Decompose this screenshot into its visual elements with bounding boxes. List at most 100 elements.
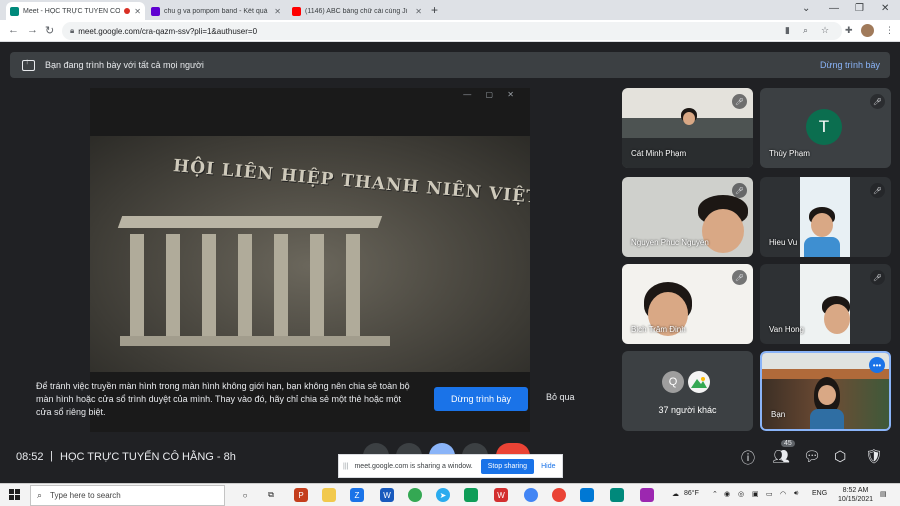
people-icon[interactable]: 👥︎ xyxy=(772,448,790,465)
telegram-icon[interactable]: ➤ xyxy=(436,488,450,502)
dismiss-button[interactable]: Bỏ qua xyxy=(546,392,575,402)
tab-meet[interactable]: Meet - HỌC TRỰC TUYẾN CÔ ✕ xyxy=(6,2,145,20)
recording-icon xyxy=(124,8,131,14)
back-icon[interactable]: ← xyxy=(8,24,19,36)
host-controls-icon[interactable]: 🛡︎ xyxy=(865,448,883,465)
search-icon: ⌕ xyxy=(37,490,43,500)
participant-name: Thùy Phạm xyxy=(769,149,810,158)
participant-name: Bich Trâm Đinh xyxy=(631,325,686,334)
notifications-icon[interactable]: ▤ xyxy=(880,490,887,498)
participant-name: Hieu Vu xyxy=(769,238,798,247)
taskbar-time: 8:52 AM xyxy=(842,487,869,494)
sharing-message: meet.google.com is sharing a window. xyxy=(354,462,473,470)
participant-tile[interactable]: 🎤︎ Van Hong xyxy=(760,264,891,344)
camera-in-use-icon[interactable]: ▮ xyxy=(785,25,790,36)
more-options-icon[interactable]: ••• xyxy=(869,357,885,373)
close-tab-icon[interactable]: ✕ xyxy=(415,7,422,16)
wps-icon[interactable]: W xyxy=(494,488,508,502)
tray-overflow-icon[interactable]: ⌃ xyxy=(712,490,718,498)
powerpoint-icon[interactable]: P xyxy=(294,488,308,502)
monument-illustration xyxy=(117,216,390,346)
file-explorer-icon[interactable] xyxy=(322,488,336,502)
minimize-icon[interactable]: — xyxy=(829,3,839,14)
tab-title: Meet - HỌC TRỰC TUYẾN CÔ xyxy=(23,7,121,15)
network-icon[interactable]: ◠ xyxy=(780,490,786,498)
close-tab-icon[interactable]: ✕ xyxy=(274,7,281,16)
activities-icon[interactable]: ⬡ xyxy=(834,448,846,465)
tab-youtube[interactable]: (1146) ABC bảng chữ cái cùng Ji ✕ xyxy=(288,2,426,20)
mic-off-icon: 🎤︎ xyxy=(870,94,885,109)
participant-tile[interactable]: 🎤︎ Bich Trâm Đinh xyxy=(622,264,753,344)
menu-icon[interactable]: ⋮ xyxy=(885,25,894,36)
tab-search-icon[interactable]: ⌄ xyxy=(802,3,810,14)
language-indicator[interactable]: ENG xyxy=(812,490,827,497)
mic-off-icon: 🎤︎ xyxy=(870,270,885,285)
meet-app-icon[interactable] xyxy=(610,488,624,502)
restore-icon[interactable]: ❐ xyxy=(855,3,864,14)
windows-taskbar: ⌕ Type here to search ○ ⧉ P Z W ➤ W ☁ 86… xyxy=(0,483,900,506)
stop-presenting-button[interactable]: Dừng trình bày xyxy=(434,387,528,411)
screen-share-icon[interactable] xyxy=(580,488,594,502)
search-placeholder: Type here to search xyxy=(50,491,121,500)
hide-button[interactable]: Hide xyxy=(541,463,555,470)
yahoo-favicon-icon xyxy=(151,6,160,16)
reload-icon[interactable]: ↻ xyxy=(45,24,54,37)
chrome-icon[interactable] xyxy=(408,488,422,502)
tray-app-icon[interactable]: ◎ xyxy=(738,490,744,498)
profile-avatar[interactable] xyxy=(861,24,874,37)
zalo-icon[interactable]: Z xyxy=(350,488,364,502)
tab-title: (1146) ABC bảng chữ cái cùng Ji xyxy=(305,7,408,15)
chrome-active-icon[interactable] xyxy=(552,488,566,502)
close-tab-icon[interactable]: ✕ xyxy=(134,7,141,16)
participant-name: Bạn xyxy=(771,410,786,419)
tab-search[interactable]: chu g va pompom band - Kết quả ✕ xyxy=(147,2,285,20)
participant-tile[interactable]: 🎤︎ Cát Minh Phạm xyxy=(622,88,753,168)
zoom-icon[interactable]: ⌕ xyxy=(803,25,808,36)
taskbar-date: 10/15/2021 xyxy=(838,496,874,503)
participant-count-badge: 45 xyxy=(781,440,795,447)
participant-tile[interactable]: T 🎤︎ Thùy Phạm xyxy=(760,88,891,168)
tab-title: chu g va pompom band - Kết quả xyxy=(164,7,268,15)
word-icon[interactable]: W xyxy=(380,488,394,502)
presenting-text: Bạn đang trình bày với tất cả mọi người xyxy=(45,60,204,70)
participant-tile[interactable]: 🎤︎ Nguyen Phuc Nguyen xyxy=(622,177,753,257)
chrome-profile-icon[interactable] xyxy=(524,488,538,502)
others-tile[interactable]: Q 37 người khác xyxy=(622,351,753,431)
warning-text: Để tránh việc truyền màn hình trong màn … xyxy=(36,381,410,417)
extensions-icon[interactable]: ✚ xyxy=(845,25,853,36)
google-drive-icon[interactable] xyxy=(464,488,478,502)
youtube-favicon-icon xyxy=(292,6,301,16)
app-icon[interactable] xyxy=(640,488,654,502)
presenting-banner: Bạn đang trình bày với tất cả mọi người … xyxy=(10,52,890,78)
battery-icon[interactable]: ▭ xyxy=(766,490,773,498)
self-tile[interactable]: ••• Bạn xyxy=(760,351,891,431)
stop-presenting-link[interactable]: Dừng trình bày xyxy=(820,60,880,70)
windows-start-icon[interactable] xyxy=(9,489,20,500)
close-window-icon[interactable]: ✕ xyxy=(881,3,889,14)
tray-app-icon[interactable]: ◉ xyxy=(724,490,730,498)
stop-sharing-button[interactable]: Stop sharing xyxy=(480,458,535,474)
task-view-icon[interactable]: ⧉ xyxy=(264,488,278,502)
tray-app-icon[interactable]: ▣ xyxy=(752,490,759,498)
url-field[interactable]: 🔒︎ meet.google.com/cra-qazm-ssv?pli=1&au… xyxy=(62,22,842,40)
emblem-text: HỘI LIÊN HIỆP THANH NIÊN VIỆT NAM xyxy=(172,156,530,213)
taskbar-search[interactable]: ⌕ Type here to search xyxy=(30,485,225,506)
mic-off-icon: 🎤︎ xyxy=(732,94,747,109)
lock-icon: 🔒︎ xyxy=(70,26,75,35)
drag-handle-icon[interactable]: ||| xyxy=(343,463,348,470)
bookmark-star-icon[interactable]: ☆ xyxy=(821,25,829,36)
separator: | xyxy=(50,450,53,462)
present-screen-icon xyxy=(22,57,35,71)
volume-icon[interactable]: 🔊︎ xyxy=(794,490,798,498)
url-text: meet.google.com/cra-qazm-ssv?pli=1&authu… xyxy=(78,26,258,36)
avatar: Q xyxy=(662,371,684,393)
meet-favicon-icon xyxy=(10,6,19,16)
presentation-image: HỘI LIÊN HIỆP THANH NIÊN VIỆT NAM xyxy=(90,136,530,372)
taskbar-clock[interactable]: 8:52 AM 10/15/2021 xyxy=(838,486,873,504)
new-tab-button[interactable]: + xyxy=(431,3,438,17)
participant-tile[interactable]: 🎤︎ Hieu Vu xyxy=(760,177,891,257)
forward-icon[interactable]: → xyxy=(27,24,38,36)
meeting-details-icon[interactable]: ⓘ xyxy=(741,448,755,468)
chat-icon[interactable]: 💬︎ xyxy=(803,448,821,465)
cortana-icon[interactable]: ○ xyxy=(238,488,252,502)
